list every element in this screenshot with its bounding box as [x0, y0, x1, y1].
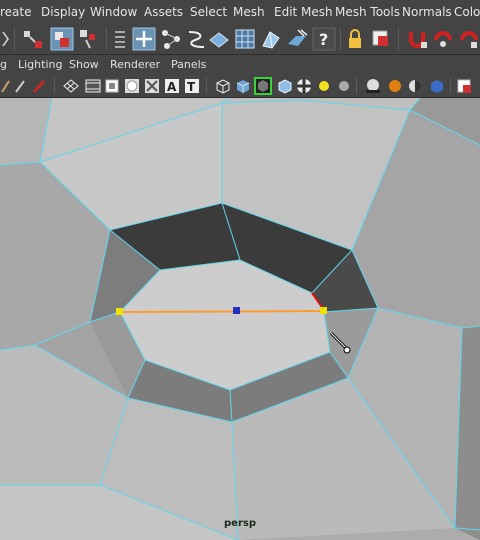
shelf-handle-icon: [2, 31, 9, 47]
shaded-cube-icon[interactable]: [234, 78, 252, 94]
shelf-separator: [106, 28, 107, 50]
circle-icon[interactable]: [124, 78, 140, 94]
extrude-icon[interactable]: [286, 28, 308, 50]
orange-sphere-icon[interactable]: [386, 78, 404, 94]
magnet-icon[interactable]: [458, 28, 480, 50]
move-icon[interactable]: [132, 27, 156, 51]
pencil-icon[interactable]: [14, 78, 28, 94]
shelf-separator: [398, 28, 399, 50]
half-sphere-icon[interactable]: [406, 78, 424, 94]
menu-select[interactable]: Select: [190, 5, 227, 19]
shelf-toolbar: ?: [0, 24, 480, 55]
select-object-icon[interactable]: [50, 27, 74, 51]
brush-icon[interactable]: [32, 78, 48, 94]
connect-icon[interactable]: [160, 28, 182, 50]
panel-menu-panels[interactable]: Panels: [171, 58, 206, 71]
wireframe-cube-icon[interactable]: [214, 78, 232, 94]
xray-cube-icon[interactable]: [254, 77, 272, 95]
menu-mesh-tools[interactable]: Mesh Tools: [335, 5, 400, 19]
selected-vertex[interactable]: [320, 307, 327, 314]
light-bulb-icon[interactable]: [316, 78, 332, 94]
textured-icon[interactable]: [276, 78, 294, 94]
viewport-toolbar: A T: [0, 75, 480, 98]
lasso-icon[interactable]: [78, 28, 100, 50]
magnet-icon[interactable]: [432, 28, 454, 50]
channel-toggle-icon[interactable]: [112, 28, 128, 50]
toolbar-separator: [54, 78, 55, 94]
shelf-separator: [14, 28, 15, 50]
toolbar-separator: [356, 78, 357, 94]
grid-icon[interactable]: [234, 28, 256, 50]
svg-text:?: ?: [319, 30, 328, 49]
multicut-icon[interactable]: [186, 28, 208, 50]
selected-vertex[interactable]: [116, 308, 123, 315]
bevel-icon[interactable]: [208, 28, 230, 50]
x-icon[interactable]: [144, 78, 160, 94]
help-icon[interactable]: ?: [312, 27, 336, 51]
svg-text:A: A: [167, 80, 177, 94]
shelf-separator: [340, 28, 341, 50]
isolate-icon[interactable]: [456, 78, 474, 94]
menu-create[interactable]: reate: [0, 5, 32, 19]
mesh-view[interactable]: [0, 98, 480, 540]
panel-menu-show[interactable]: Show: [69, 58, 99, 71]
menu-normals[interactable]: Normals: [402, 5, 452, 19]
menu-edit-mesh[interactable]: Edit Mesh: [274, 5, 333, 19]
menu-display[interactable]: Display: [41, 5, 85, 19]
menu-assets[interactable]: Assets: [144, 5, 183, 19]
edge-midpoint-marker[interactable]: [233, 307, 240, 314]
panel-menu-lighting[interactable]: Lighting: [18, 58, 62, 71]
shadow-icon[interactable]: [364, 78, 382, 94]
main-menubar: reate Display Window Assets Select Mesh …: [0, 0, 480, 25]
sphere-icon[interactable]: [336, 78, 352, 94]
toolbar-separator: [206, 78, 207, 94]
toolbar-separator: [450, 78, 451, 94]
panel-menu-shading[interactable]: g: [0, 58, 7, 71]
panel-menubar: g Lighting Show Renderer Panels: [0, 55, 480, 76]
selected-edge[interactable]: [119, 310, 325, 313]
brush-icon[interactable]: [0, 78, 12, 94]
camera-label: persp: [224, 518, 256, 529]
scale-arrow-icon[interactable]: [22, 28, 44, 50]
checker-icon[interactable]: [296, 78, 312, 94]
panel-menu-renderer[interactable]: Renderer: [110, 58, 160, 71]
text-icon[interactable]: A: [164, 78, 180, 94]
perspective-viewport[interactable]: persp: [0, 98, 480, 540]
menu-mesh[interactable]: Mesh: [233, 5, 265, 19]
menu-window[interactable]: Window: [90, 5, 137, 19]
blue-cube-icon[interactable]: [428, 78, 446, 94]
film-icon[interactable]: [84, 78, 102, 94]
grid-icon[interactable]: [62, 78, 80, 94]
frame-icon[interactable]: [104, 78, 120, 94]
lock-icon[interactable]: [346, 28, 364, 50]
magnet-icon[interactable]: [406, 28, 428, 50]
svg-text:T: T: [187, 80, 196, 94]
extrude-icon[interactable]: [260, 28, 282, 50]
text-icon[interactable]: T: [184, 78, 200, 94]
snap-icon[interactable]: [370, 28, 392, 50]
menu-color[interactable]: Colo: [454, 5, 480, 19]
